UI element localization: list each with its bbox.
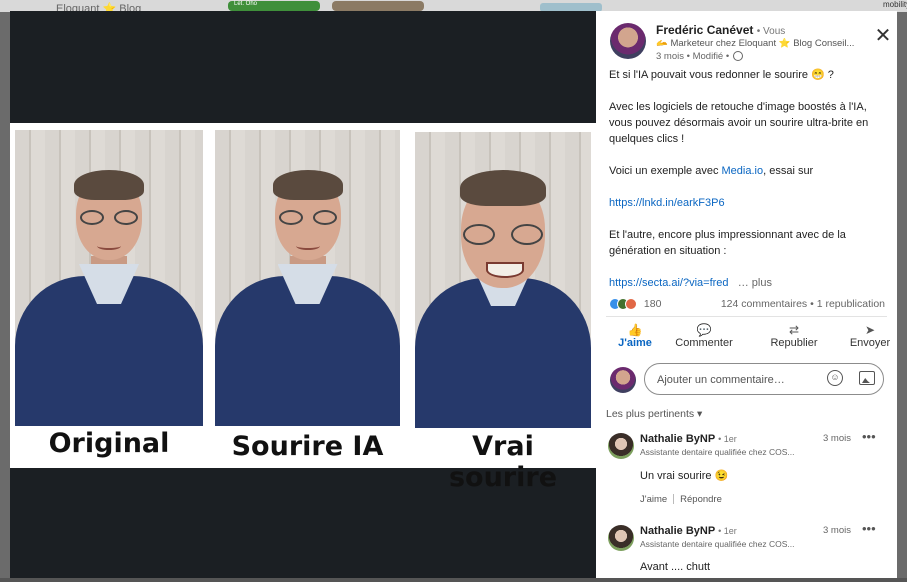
connection-degree: • 1er [718, 526, 737, 536]
send-label: Envoyer [849, 337, 891, 349]
commenter-name[interactable]: Nathalie ByNP [640, 525, 715, 537]
close-icon[interactable]: ✕ [872, 25, 894, 47]
send-icon: ➤ [864, 323, 876, 337]
see-more-link[interactable]: … plus [738, 277, 772, 289]
comment-time: 3 mois [823, 525, 851, 536]
post-image[interactable]: Original Sourire IA Vrai sourire [10, 123, 596, 493]
comment-time: 3 mois [823, 433, 851, 444]
post-paragraph: Et l'autre, encore plus impressionnant a… [609, 229, 846, 257]
current-user-avatar [610, 367, 636, 393]
sort-dropdown[interactable]: Les plus pertinents ▾ [606, 408, 702, 420]
post-time: 3 mois • Modifié • [656, 51, 743, 62]
example-prefix: Voici un exemple avec [609, 165, 722, 177]
send-button[interactable]: ➤ Envoyer [840, 323, 897, 349]
post-actions-bar: 👍 J'aime 💬 Commenter ⇄ Republier ➤ Envoyer [602, 323, 897, 355]
example-suffix: , essai sur [763, 165, 814, 177]
lnkd-link[interactable]: https://lnkd.in/earkF3P6 [609, 197, 725, 209]
post-paragraph: https://lnkd.in/earkF3P6 [609, 195, 889, 211]
author-suffix: • Vous [756, 26, 786, 37]
globe-icon [732, 51, 743, 62]
commenter-avatar[interactable] [608, 525, 634, 551]
reactions-count[interactable]: 180 [644, 298, 662, 310]
commenter-name[interactable]: Nathalie ByNP [640, 433, 715, 445]
more-icon[interactable]: ••• [862, 521, 876, 536]
reactions-icons[interactable] [609, 298, 637, 311]
repost-icon: ⇄ [788, 323, 800, 337]
commenter-name-line[interactable]: Nathalie ByNP • 1er [640, 525, 737, 537]
caption-ai-smile: Sourire IA [231, 431, 384, 462]
post-details-panel: Fredéric Canévet • Vous 🫴 Marketeur chez… [596, 11, 897, 578]
post-paragraph: Avec les logiciels de retouche d'image b… [609, 101, 869, 145]
post-text: Et si l'IA pouvait vous redonner le sour… [609, 67, 889, 307]
background-thumbnail [332, 1, 424, 11]
like-button[interactable]: 👍 J'aime [610, 323, 660, 349]
comment-label: Commenter [675, 337, 733, 349]
comment-actions: J'aime Répondre [640, 494, 722, 505]
comment-icon: 💬 [696, 323, 712, 337]
commenter-name-line[interactable]: Nathalie ByNP • 1er [640, 433, 737, 445]
social-counts: 180 124 commentaires • 1 republication [609, 298, 885, 311]
connection-degree: • 1er [718, 434, 737, 444]
comment-input[interactable] [655, 371, 824, 389]
secta-link[interactable]: https://secta.ai/?via=fred [609, 277, 729, 289]
repost-label: Republier [770, 337, 818, 349]
author-avatar[interactable] [610, 23, 646, 59]
post-paragraph: Voici un exemple avec Media.io, essai su… [609, 163, 889, 179]
background-right-text: mobility. [883, 0, 907, 9]
background-badge: Let. Oho [228, 1, 320, 11]
image-icon[interactable] [859, 371, 875, 385]
photo-original [15, 130, 203, 426]
post-time-text: 3 mois • Modifié • [656, 51, 730, 62]
mediaio-link[interactable]: Media.io [722, 165, 764, 177]
divider [606, 316, 887, 317]
photo-ai-smile [215, 130, 400, 426]
repost-button[interactable]: ⇄ Republier [760, 323, 828, 349]
comment-text: Avant .... chutt [640, 561, 711, 573]
author-name[interactable]: Fredéric Canévet [656, 23, 753, 37]
comment-text: Un vrai sourire 😉 [640, 470, 729, 482]
comment-like-button[interactable]: J'aime [640, 494, 667, 505]
author-title: 🫴 Marketeur chez Eloquant ⭐ Blog Conseil… [656, 38, 855, 49]
commenter-headline: Assistante dentaire qualifiée chez COS..… [640, 539, 795, 549]
comment-reply-button[interactable]: Répondre [680, 494, 722, 505]
more-icon[interactable]: ••• [862, 429, 876, 444]
media-area: Original Sourire IA Vrai sourire [10, 11, 596, 578]
commenter-avatar[interactable] [608, 433, 634, 459]
like-label: J'aime [618, 337, 652, 349]
photo-real-smile [415, 132, 591, 428]
emoji-icon[interactable]: ☺ [827, 370, 843, 386]
author-name-line[interactable]: Fredéric Canévet • Vous [656, 23, 785, 37]
post-viewer-modal: Original Sourire IA Vrai sourire Fredéri… [10, 11, 897, 578]
caption-real-smile: Vrai sourire [448, 431, 558, 493]
post-paragraph: https://secta.ai/?via=fred … plus [609, 275, 889, 291]
love-reaction-icon [625, 298, 637, 311]
comments-reposts-count[interactable]: 124 commentaires • 1 republication [721, 298, 885, 310]
like-icon: 👍 [627, 323, 643, 337]
commenter-headline: Assistante dentaire qualifiée chez COS..… [640, 447, 795, 457]
comment-box[interactable]: ☺ [644, 363, 884, 395]
caption-original: Original [48, 428, 170, 459]
background-bottom-strip [0, 578, 907, 582]
post-paragraph: Et si l'IA pouvait vous redonner le sour… [609, 69, 834, 81]
comment-button[interactable]: 💬 Commenter [670, 323, 738, 349]
